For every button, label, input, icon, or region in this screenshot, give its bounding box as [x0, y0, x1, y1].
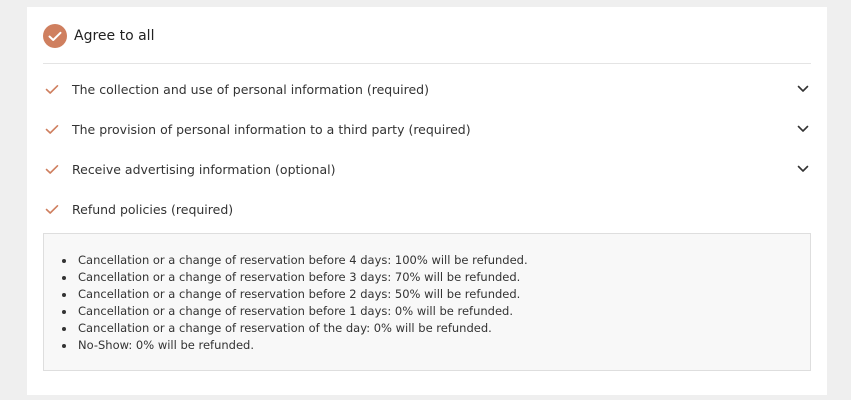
list-item: Cancellation or a change of reservation …	[62, 269, 528, 286]
bullet	[62, 276, 66, 280]
policy-text: Cancellation or a change of reservation …	[78, 321, 492, 335]
list-item: Cancellation or a change of reservation …	[62, 252, 528, 269]
check-icon	[45, 121, 65, 137]
check-icon	[45, 81, 65, 97]
term-row-third-party[interactable]: The provision of personal information to…	[43, 117, 811, 141]
agree-all-checkbox[interactable]: Agree to all	[43, 23, 154, 49]
agreement-card: Agree to all The collection and use of p…	[27, 7, 827, 395]
term-row-personal-info[interactable]: The collection and use of personal infor…	[43, 77, 811, 101]
list-item: Cancellation or a change of reservation …	[62, 303, 528, 320]
term-row-advertising[interactable]: Receive advertising information (optiona…	[43, 157, 811, 181]
term-label: Refund policies (required)	[72, 201, 234, 217]
policy-text: Cancellation or a change of reservation …	[78, 270, 521, 284]
chevron-down-icon[interactable]	[795, 81, 811, 97]
check-icon	[45, 161, 65, 177]
list-item: Cancellation or a change of reservation …	[62, 286, 528, 303]
policy-text: Cancellation or a change of reservation …	[78, 304, 514, 318]
agree-all-check-icon	[43, 24, 67, 48]
bullet	[62, 293, 66, 297]
bullet	[62, 259, 66, 263]
term-row-refund[interactable]: Refund policies (required)	[43, 197, 811, 221]
divider	[43, 63, 811, 64]
bullet	[62, 327, 66, 331]
check-icon	[45, 201, 65, 217]
chevron-down-icon[interactable]	[795, 161, 811, 177]
agree-all-label: Agree to all	[74, 28, 155, 44]
refund-policy-box: Cancellation or a change of reservation …	[43, 233, 811, 371]
term-label: The provision of personal information to…	[72, 121, 471, 137]
policy-text: Cancellation or a change of reservation …	[78, 253, 528, 267]
term-label: The collection and use of personal infor…	[72, 81, 429, 97]
refund-policy-list: Cancellation or a change of reservation …	[62, 252, 528, 354]
list-item: No-Show: 0% will be refunded.	[62, 337, 528, 354]
term-label: Receive advertising information (optiona…	[72, 161, 336, 177]
policy-text: No-Show: 0% will be refunded.	[78, 338, 255, 352]
list-item: Cancellation or a change of reservation …	[62, 320, 528, 337]
bullet	[62, 310, 66, 314]
bullet	[62, 344, 66, 348]
policy-text: Cancellation or a change of reservation …	[78, 287, 521, 301]
chevron-down-icon[interactable]	[795, 121, 811, 137]
